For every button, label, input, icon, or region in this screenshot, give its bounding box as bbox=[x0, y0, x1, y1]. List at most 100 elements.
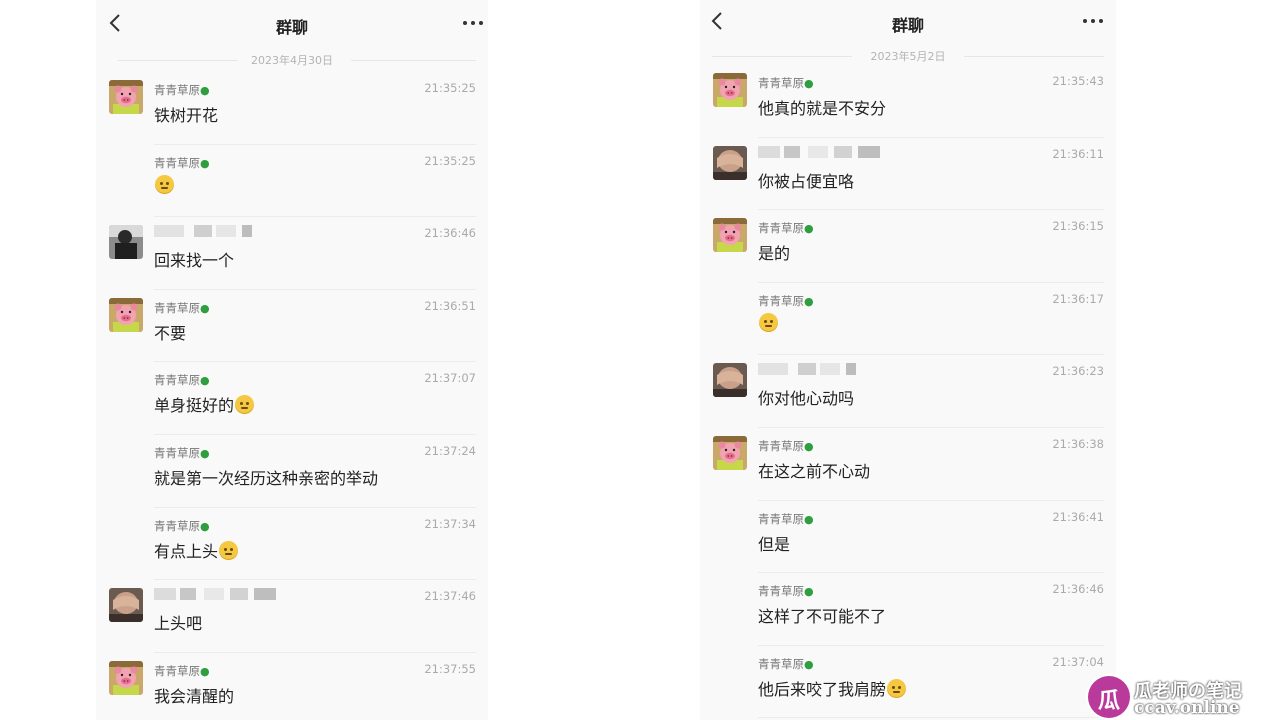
avatar[interactable] bbox=[109, 297, 143, 332]
timestamp: 21:36:51 bbox=[424, 298, 476, 313]
message-content: 铁树开花 bbox=[154, 106, 219, 125]
sender-name: 青青草原● bbox=[758, 438, 814, 454]
avatar[interactable] bbox=[109, 225, 143, 260]
timestamp: 21:35:25 bbox=[424, 81, 476, 95]
avatar[interactable] bbox=[713, 363, 747, 398]
message-text[interactable]: 但是 bbox=[758, 531, 790, 555]
message-text[interactable]: 有点上头 bbox=[154, 538, 239, 562]
message-row[interactable]: 青青草原● 21:37:04 他后来咬了我肩膀 bbox=[700, 646, 1116, 719]
message-text[interactable]: 上头吧 bbox=[154, 610, 202, 634]
tree-icon: ● bbox=[804, 657, 814, 671]
chat-title: 群聊 bbox=[275, 18, 308, 37]
sender-name: 青青草原● bbox=[758, 220, 814, 236]
message-row[interactable]: 青青草原● 21:35:25 bbox=[96, 145, 488, 218]
sender-name-text: 青青草原 bbox=[154, 300, 200, 315]
timestamp: 21:37:55 bbox=[424, 661, 476, 676]
message-text[interactable]: 单身挺好的 bbox=[154, 392, 255, 416]
tree-icon: ● bbox=[200, 374, 210, 388]
message-text[interactable]: 这样了不可能不了 bbox=[758, 603, 886, 627]
message-row[interactable]: 青青草原● 21:37:24 就是第一次经历这种亲密的举动 bbox=[96, 435, 488, 508]
timestamp: 21:35:43 bbox=[1052, 74, 1104, 88]
message-text[interactable]: 不要 bbox=[154, 320, 186, 344]
watermark: 瓜 瓜老师の笔记 ccav.online bbox=[1088, 676, 1278, 720]
sender-name: 青青草原● bbox=[154, 518, 210, 534]
message-row[interactable]: 青青草原● 21:37:07 单身挺好的 bbox=[96, 362, 488, 435]
redacted-nickname bbox=[154, 225, 278, 238]
message-text[interactable]: 他真的就是不安分 bbox=[758, 95, 886, 119]
chat-title: 群聊 bbox=[891, 16, 924, 35]
sender-name: 青青草原● bbox=[758, 511, 814, 527]
message-row[interactable]: 青青草原● 21:37:34 有点上头 bbox=[96, 508, 488, 581]
avatar[interactable] bbox=[713, 145, 747, 180]
message-row[interactable]: 21:36:23 你对他心动吗 bbox=[700, 355, 1116, 428]
timestamp: 21:36:23 bbox=[1052, 364, 1104, 379]
message-row[interactable]: 青青草原● 21:35:25 铁树开花 bbox=[96, 72, 488, 145]
message-content: 上头吧 bbox=[154, 614, 203, 634]
message-text[interactable]: 是的 bbox=[758, 240, 790, 264]
sender-name-text: 青青草原 bbox=[758, 293, 804, 308]
timestamp: 21:37:34 bbox=[424, 516, 476, 531]
message-text[interactable]: 铁树开花 bbox=[154, 102, 218, 126]
message-row[interactable]: 青青草原● 21:36:15 是的 bbox=[700, 210, 1116, 283]
avatar[interactable] bbox=[713, 73, 747, 107]
grimace-emoji-icon bbox=[155, 174, 174, 194]
sender-name-text: 青青草原 bbox=[154, 155, 200, 170]
message-row[interactable]: 青青草原● 21:35:43 他真的就是不安分 bbox=[700, 65, 1116, 138]
message-text[interactable]: 你对他心动吗 bbox=[758, 385, 854, 409]
flushed-emoji-icon bbox=[887, 678, 907, 698]
message-content: 你被占便宜咯 bbox=[758, 171, 855, 191]
chat-panel-left: 群聊 2023年4月30日 青青草原● 21:35:25 铁树开花 青青草原● 21:3… bbox=[96, 0, 488, 720]
tree-icon: ● bbox=[200, 446, 210, 460]
tree-icon: ● bbox=[200, 84, 210, 97]
sender-name-text: 青青草原 bbox=[154, 663, 200, 678]
tree-icon: ● bbox=[804, 439, 814, 453]
message-content: 有点上头 bbox=[154, 541, 219, 561]
grimace-emoji-icon bbox=[759, 312, 778, 332]
sender-name: 青青草原● bbox=[758, 656, 814, 672]
message-row[interactable]: 青青草原● 21:37:55 我会清醒的 bbox=[96, 653, 488, 720]
more-options-icon[interactable] bbox=[460, 10, 486, 36]
redacted-nickname bbox=[758, 363, 882, 376]
tree-icon: ● bbox=[200, 301, 210, 315]
message-text[interactable]: 他后来咬了我肩膀 bbox=[758, 676, 907, 700]
avatar[interactable] bbox=[109, 660, 143, 695]
message-row[interactable]: 21:36:46 回来找一个 bbox=[96, 217, 488, 290]
message-list[interactable]: 青青草原● 21:35:43 他真的就是不安分 21:36:11 你被占便宜咯 青青草原●… bbox=[700, 65, 1116, 719]
date-line-right bbox=[964, 56, 1104, 57]
tree-icon: ● bbox=[804, 222, 814, 236]
message-row[interactable]: 青青草原● 21:36:38 在这之前不心动 bbox=[700, 428, 1116, 501]
avatar[interactable] bbox=[109, 588, 143, 623]
sender-name: 青青草原● bbox=[758, 75, 814, 91]
timestamp: 21:36:41 bbox=[1052, 509, 1104, 524]
avatar[interactable] bbox=[713, 435, 747, 470]
message-content: 你对他心动吗 bbox=[758, 389, 855, 409]
message-text[interactable]: 你被占便宜咯 bbox=[758, 168, 854, 192]
avatar[interactable] bbox=[109, 80, 143, 114]
message-text[interactable] bbox=[154, 174, 174, 195]
message-text[interactable]: 在这之前不心动 bbox=[758, 458, 870, 482]
chat-panel-right: 群聊 2023年5月2日 青青草原● 21:35:43 他真的就是不安分 21:36:… bbox=[700, 0, 1116, 720]
message-text[interactable]: 我会清醒的 bbox=[154, 683, 234, 707]
grimace-emoji-icon bbox=[219, 540, 239, 560]
message-row[interactable]: 青青草原● 21:36:41 但是 bbox=[700, 501, 1116, 574]
more-options-icon[interactable] bbox=[1080, 8, 1106, 34]
sender-name: 青青草原● bbox=[758, 293, 814, 309]
message-row[interactable]: 21:36:11 你被占便宜咯 bbox=[700, 138, 1116, 211]
message-content: 我会清醒的 bbox=[154, 686, 235, 706]
message-text[interactable] bbox=[758, 312, 778, 333]
message-content: 就是第一次经历这种亲密的举动 bbox=[154, 468, 379, 488]
message-content: 在这之前不心动 bbox=[758, 461, 871, 481]
message-row[interactable]: 青青草原● 21:36:51 不要 bbox=[96, 290, 488, 363]
message-content: 回来找一个 bbox=[154, 251, 235, 271]
avatar[interactable] bbox=[713, 218, 747, 253]
message-list[interactable]: 青青草原● 21:35:25 铁树开花 青青草原● 21:35:25 21:36:46 回来… bbox=[96, 72, 488, 720]
message-row[interactable]: 青青草原● 21:36:46 这样了不可能不了 bbox=[700, 573, 1116, 646]
message-text[interactable]: 回来找一个 bbox=[154, 247, 234, 271]
timestamp: 21:36:38 bbox=[1052, 436, 1104, 451]
message-row[interactable]: 青青草原● 21:36:17 bbox=[700, 283, 1116, 356]
sender-name: 青青草原● bbox=[154, 445, 210, 461]
message-content: 单身挺好的 bbox=[154, 396, 235, 416]
message-text[interactable]: 就是第一次经历这种亲密的举动 bbox=[154, 465, 378, 489]
watermark-badge-text: 瓜 bbox=[1097, 689, 1120, 714]
message-row[interactable]: 21:37:46 上头吧 bbox=[96, 580, 488, 653]
